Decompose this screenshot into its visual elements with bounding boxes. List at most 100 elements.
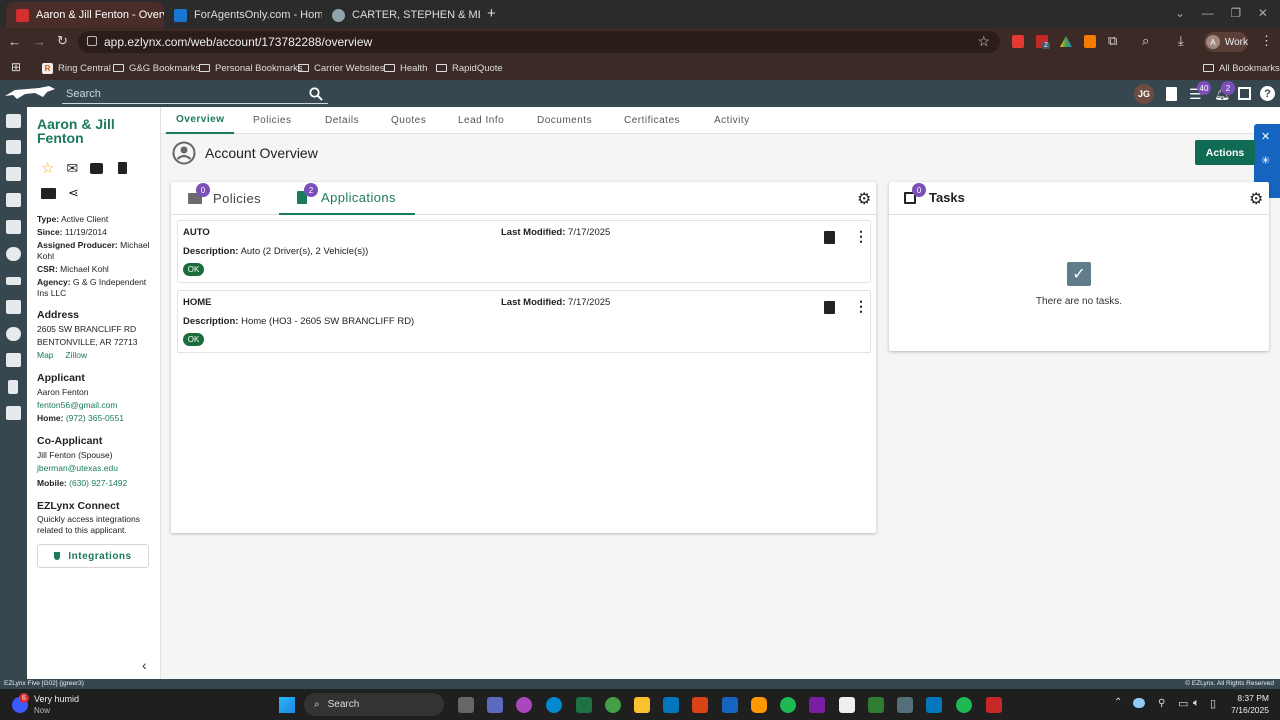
tray-icon[interactable]: ⚲: [1158, 698, 1165, 709]
tab-documents[interactable]: Documents: [537, 107, 592, 134]
favorite-star-icon[interactable]: ☆: [41, 159, 54, 177]
collapse-panel-icon[interactable]: ‹: [142, 657, 147, 673]
bookmark-personal[interactable]: Personal Bookmarks: [199, 56, 303, 80]
browser-tab-overview[interactable]: Aaron & Jill Fenton - Overview ✕: [6, 2, 164, 28]
applicant-phone-link[interactable]: (972) 365-0551: [66, 413, 124, 423]
hierarchy-icon[interactable]: [6, 193, 21, 207]
word-icon[interactable]: [722, 697, 738, 713]
browser-menu-icon[interactable]: ⋮: [1260, 33, 1273, 49]
tab-certificates[interactable]: Certificates: [624, 107, 680, 134]
onedrive-icon[interactable]: [1133, 698, 1145, 708]
download-icon[interactable]: ⤓: [1178, 33, 1184, 49]
zillow-link[interactable]: Zillow: [65, 350, 87, 360]
folder-open-icon[interactable]: [6, 167, 21, 181]
contact-card-icon[interactable]: [41, 187, 56, 199]
new-document-icon[interactable]: [1166, 87, 1177, 101]
bookmark-star-icon[interactable]: ☆: [977, 33, 990, 50]
contacts-icon[interactable]: [6, 140, 21, 154]
tab-quotes[interactable]: Quotes: [391, 107, 426, 134]
tab-policies[interactable]: Policies: [253, 107, 291, 134]
extension-icon[interactable]: [1084, 35, 1096, 48]
app-icon[interactable]: [897, 697, 913, 713]
all-bookmarks[interactable]: All Bookmarks: [1203, 56, 1280, 80]
excel-icon[interactable]: [576, 697, 592, 713]
actions-button[interactable]: Actions: [1195, 140, 1255, 165]
browser-tab-foragentsonly[interactable]: ForAgentsOnly.com - Home ✕: [164, 2, 322, 28]
taskbar-search[interactable]: ⌕ Search: [304, 693, 444, 716]
google-drive-icon[interactable]: [1060, 36, 1072, 47]
clipboard-icon[interactable]: [824, 231, 835, 244]
settings-gear-icon[interactable]: ⚙: [1249, 189, 1263, 209]
applications-card-tab[interactable]: Applications 2: [279, 182, 415, 215]
bookmark-health[interactable]: Health: [384, 56, 427, 80]
reports-icon[interactable]: [6, 220, 21, 234]
clock-date[interactable]: 7/16/2025: [1229, 705, 1269, 715]
search-icon[interactable]: [309, 87, 323, 101]
site-info-icon[interactable]: [87, 36, 97, 46]
show-hidden-icons[interactable]: ⌃: [1114, 697, 1122, 708]
spotify-icon[interactable]: [780, 697, 796, 713]
policies-card-tab[interactable]: Policies 0: [188, 182, 283, 215]
outlook-icon[interactable]: [926, 697, 942, 713]
plug-icon[interactable]: [8, 380, 18, 394]
bookmark-rapidquote[interactable]: RapidQuote: [436, 56, 503, 80]
chrome-icon[interactable]: [605, 697, 621, 713]
file-explorer-icon[interactable]: [634, 697, 650, 713]
user-avatar[interactable]: JG: [1134, 84, 1154, 104]
ezlynx-logo-icon[interactable]: [5, 86, 55, 100]
copilot-icon[interactable]: [516, 697, 532, 713]
chat-app-icon[interactable]: [868, 697, 884, 713]
spotify-icon[interactable]: [956, 697, 972, 713]
acrobat-icon[interactable]: [986, 697, 1002, 713]
bookmark-carrier-websites[interactable]: Carrier Websites: [298, 56, 385, 80]
reload-icon[interactable]: ↻: [57, 33, 68, 49]
mobile-icon[interactable]: [118, 162, 128, 174]
browser-tab-carter[interactable]: CARTER, STEPHEN & MELISSA - ✕: [322, 2, 480, 28]
url-input[interactable]: app.ezlynx.com/web/account/173782288/ove…: [78, 31, 1000, 53]
settings-gear-icon[interactable]: ⚙: [857, 189, 871, 209]
book-icon[interactable]: [6, 300, 21, 314]
new-tab-icon[interactable]: +: [487, 5, 496, 22]
apps-grid-icon[interactable]: ⊞: [11, 60, 21, 74]
applicant-email-link[interactable]: fenton56@gmail.com: [37, 399, 150, 412]
tab-search-icon[interactable]: ⌕: [1142, 33, 1149, 49]
bookmark-gg-bookmarks[interactable]: G&G Bookmarks: [113, 56, 200, 80]
tab-activity[interactable]: Activity: [714, 107, 750, 134]
clipboard-icon[interactable]: [824, 301, 835, 314]
dashboard-icon[interactable]: [6, 114, 21, 128]
extensions-puzzle-icon[interactable]: ⧉: [1108, 33, 1117, 49]
notion-icon[interactable]: [839, 697, 855, 713]
map-link[interactable]: Map: [37, 350, 54, 360]
application-row-home[interactable]: HOME Last Modified: 7/17/2025 Descriptio…: [177, 290, 871, 353]
outlook-icon[interactable]: [663, 697, 679, 713]
teams-icon[interactable]: [487, 697, 503, 713]
application-row-auto[interactable]: AUTO Last Modified: 7/17/2025 Descriptio…: [177, 220, 871, 283]
coapplicant-phone-link[interactable]: (630) 927-1492: [69, 478, 127, 488]
search-input[interactable]: Search: [62, 84, 328, 104]
powerpoint-icon[interactable]: [692, 697, 708, 713]
sync-icon[interactable]: [6, 327, 21, 341]
more-options-icon[interactable]: ⋮: [854, 298, 868, 315]
profile-button[interactable]: A Work: [1204, 32, 1248, 52]
tab-details[interactable]: Details: [325, 107, 359, 134]
message-icon[interactable]: [90, 162, 104, 174]
volume-icon[interactable]: 🔈︎: [1193, 697, 1200, 710]
bookmark-ring-central[interactable]: R Ring Central: [42, 56, 111, 80]
share-icon[interactable]: ⋖: [68, 185, 79, 201]
forward-icon[interactable]: →: [33, 34, 46, 49]
edge-icon[interactable]: [546, 697, 562, 713]
phone-app-icon[interactable]: [751, 697, 767, 713]
tab-lead-info[interactable]: Lead Info: [458, 107, 504, 134]
briefcase-icon[interactable]: [6, 353, 21, 367]
settings-gear-icon[interactable]: [6, 247, 21, 261]
tab-overview[interactable]: Overview: [166, 107, 235, 134]
org-chart-icon[interactable]: [1238, 87, 1251, 100]
battery-icon[interactable]: ▯: [1210, 697, 1216, 710]
acrobat-extension-icon[interactable]: [1012, 35, 1024, 48]
help-icon[interactable]: ?: [1260, 86, 1275, 101]
coapplicant-email-link[interactable]: jberman@utexas.edu: [37, 462, 150, 475]
network-icon[interactable]: ▭: [1178, 697, 1188, 710]
more-options-icon[interactable]: ⋮: [854, 228, 868, 245]
onenote-icon[interactable]: [809, 697, 825, 713]
back-icon[interactable]: ←: [8, 34, 21, 49]
